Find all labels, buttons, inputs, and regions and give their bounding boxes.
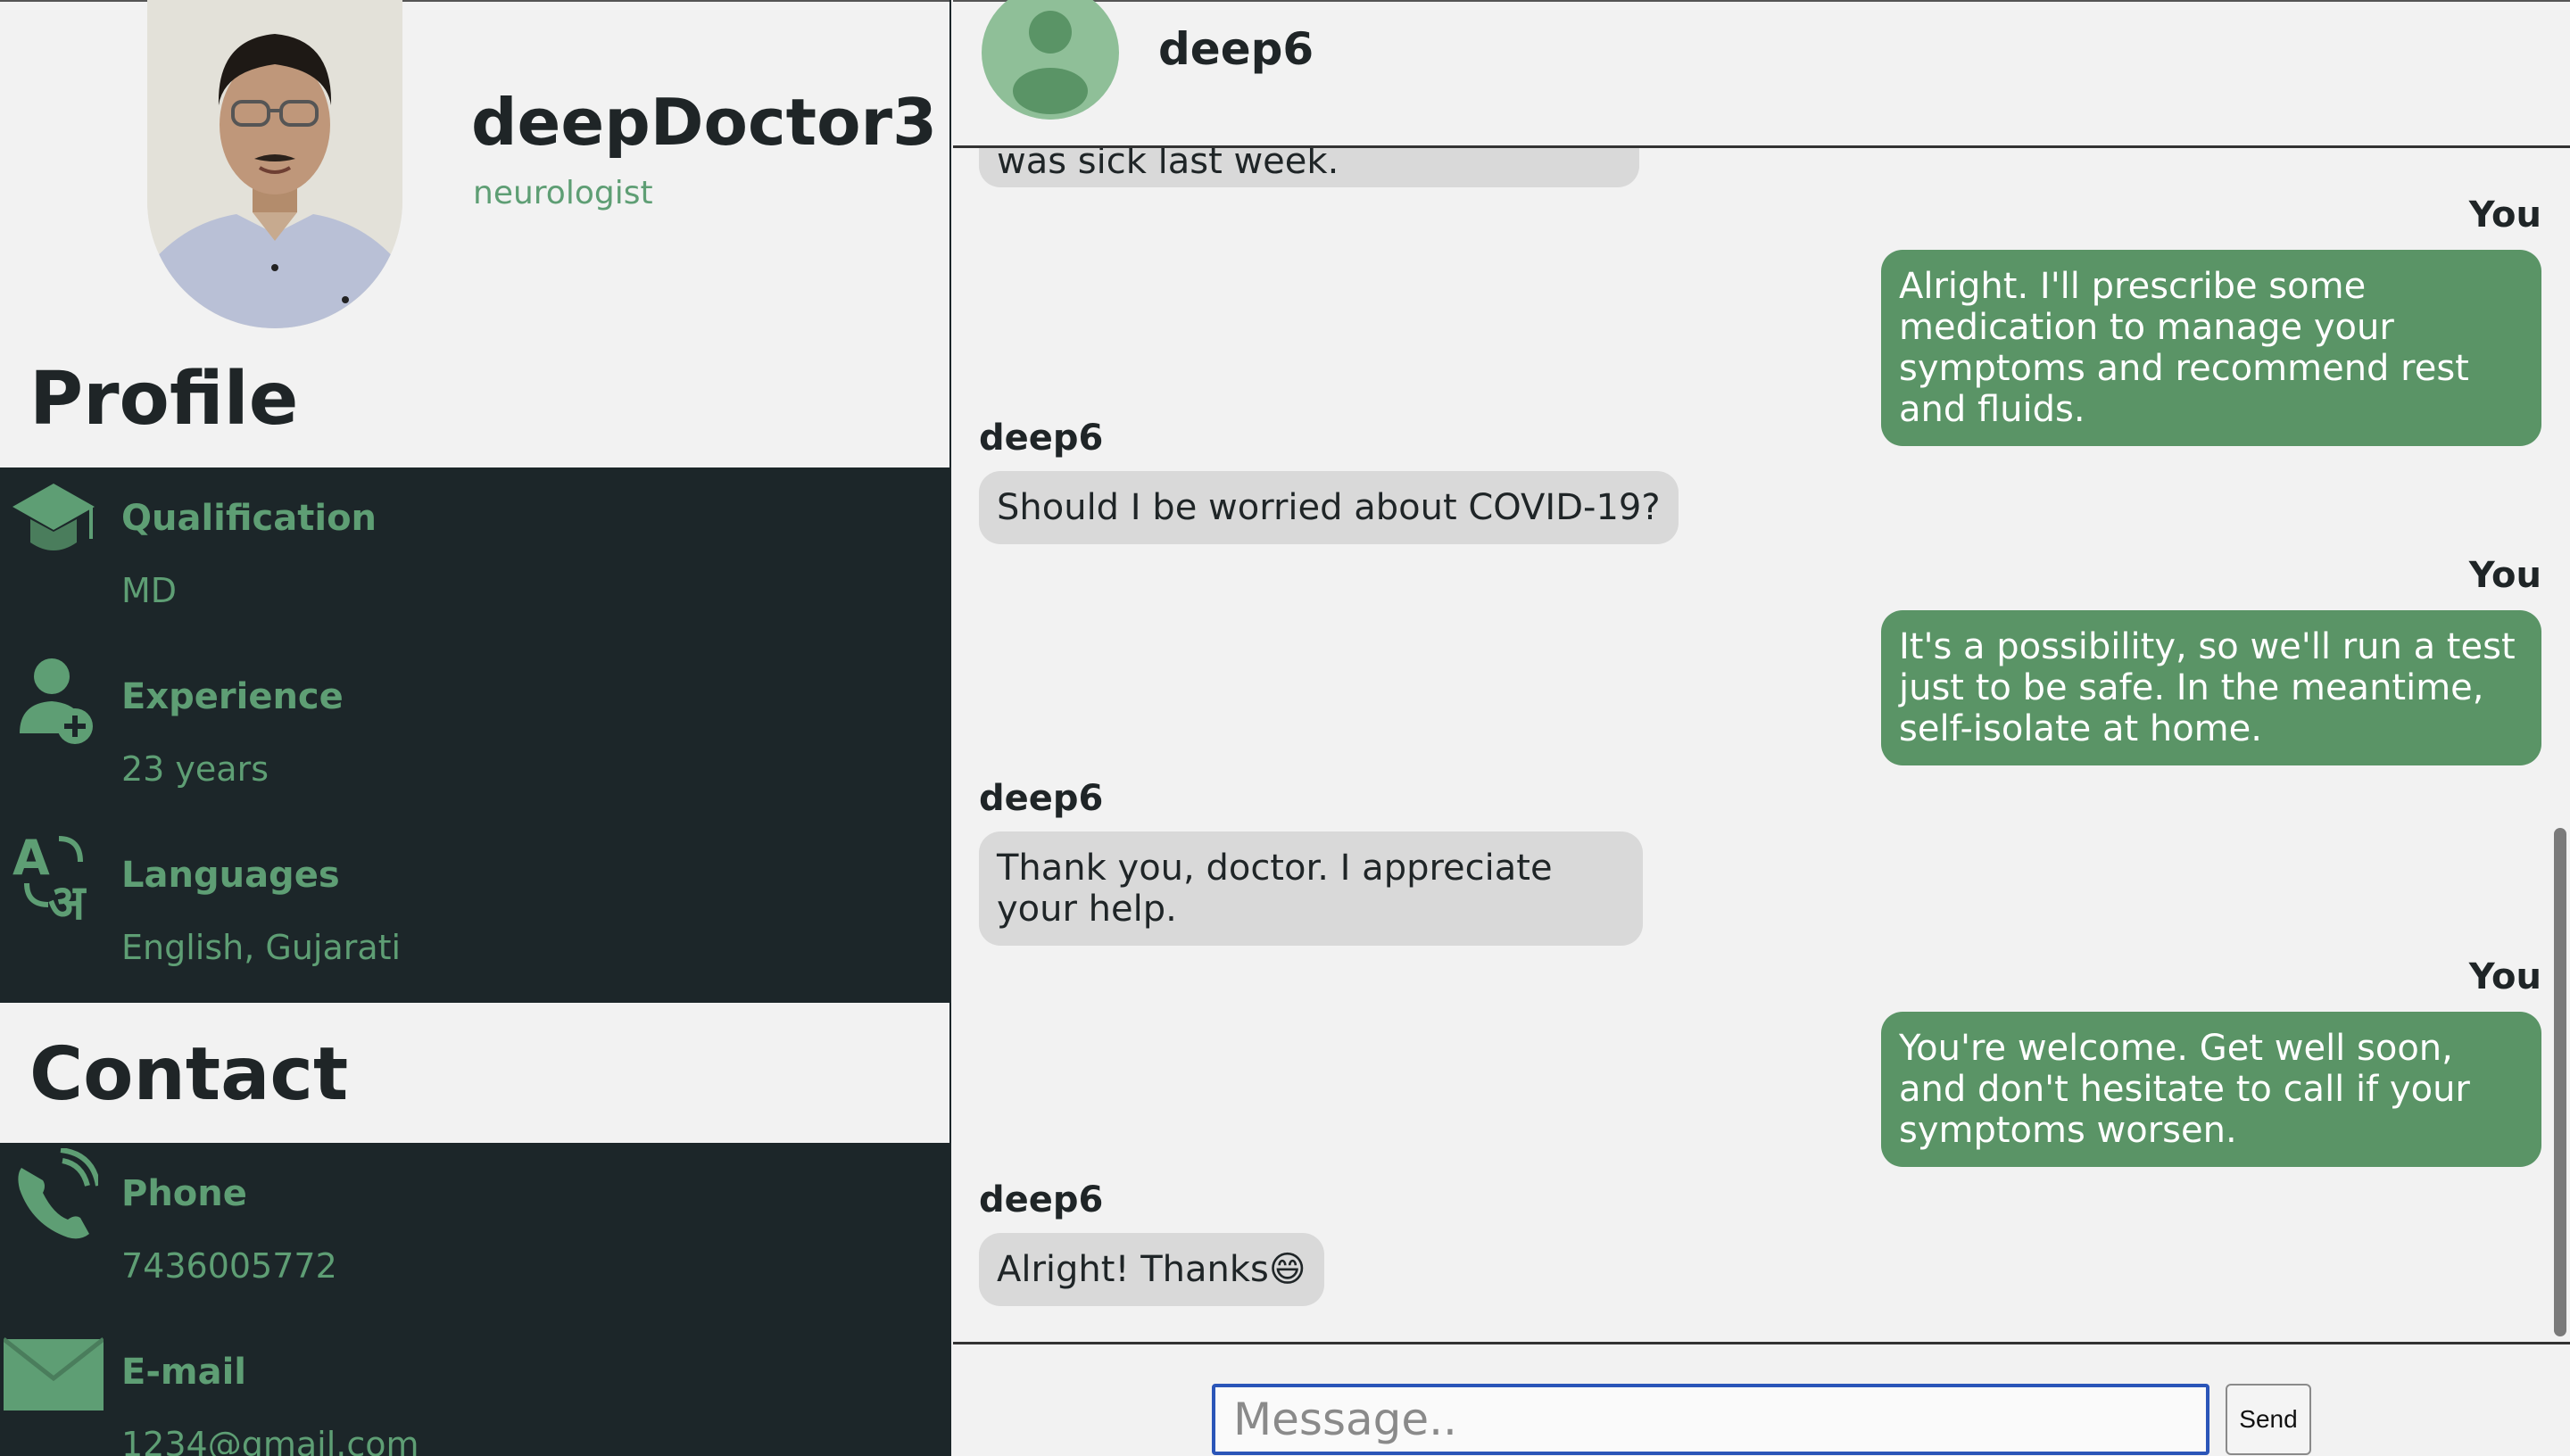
doctor-avatar bbox=[147, 0, 402, 328]
message-bubble-outgoing: It's a possibility, so we'll run a test … bbox=[1881, 610, 2541, 765]
message-list[interactable]: was sick last week. You Alright. I'll pr… bbox=[953, 148, 2550, 1342]
send-button[interactable]: Send bbox=[2226, 1384, 2311, 1455]
email-value[interactable]: 1234@gmail.com bbox=[121, 1425, 419, 1456]
profile-heading: Profile bbox=[29, 357, 299, 442]
message-text: Alright. I'll prescribe some medication … bbox=[1899, 266, 2469, 430]
profile-details: Qualification MD Experience 23 years A अ… bbox=[0, 467, 949, 1003]
message-input[interactable] bbox=[1212, 1384, 2209, 1455]
message-bubble-incoming: Should I be worried about COVID-19? bbox=[979, 471, 1679, 544]
doctor-profile-panel: deepDoctor3 neurologist Profile Qualific… bbox=[0, 0, 951, 1456]
message-bubble-incoming: was sick last week. bbox=[979, 148, 1639, 187]
contact-heading: Contact bbox=[29, 1032, 349, 1117]
phone-label: Phone bbox=[121, 1173, 247, 1214]
graduation-cap-icon bbox=[9, 476, 98, 575]
scrollbar-thumb[interactable] bbox=[2554, 828, 2566, 1336]
message-sender: deep6 bbox=[979, 1179, 1104, 1220]
message-text: It's a possibility, so we'll run a test … bbox=[1899, 626, 2516, 749]
language-icon: A अ bbox=[9, 830, 98, 931]
message-text: Should I be worried about COVID-19? bbox=[997, 487, 1661, 528]
experience-value: 23 years bbox=[121, 749, 269, 789]
svg-text:अ: अ bbox=[48, 874, 87, 928]
message-bubble-incoming: Thank you, doctor. I appreciate your hel… bbox=[979, 831, 1643, 946]
message-bubble-outgoing: Alright. I'll prescribe some medication … bbox=[1881, 250, 2541, 446]
message-sender-you: You bbox=[2468, 555, 2541, 596]
experience-label: Experience bbox=[121, 676, 344, 717]
phone-value[interactable]: 7436005772 bbox=[121, 1246, 337, 1286]
message-text: Thank you, doctor. I appreciate your hel… bbox=[997, 848, 1553, 930]
message-scrollbar[interactable] bbox=[2550, 148, 2570, 1342]
doctor-specialty: neurologist bbox=[473, 175, 653, 211]
message-bubble-outgoing: You're welcome. Get well soon, and don't… bbox=[1881, 1012, 2541, 1167]
top-divider bbox=[0, 0, 949, 2]
qualification-label: Qualification bbox=[121, 498, 377, 539]
message-composer: Send bbox=[953, 1342, 2570, 1456]
message-text: Alright! Thanks😄 bbox=[997, 1249, 1306, 1290]
message-sender: deep6 bbox=[979, 778, 1104, 819]
envelope-icon bbox=[2, 1334, 105, 1432]
message-bubble-incoming: Alright! Thanks😄 bbox=[979, 1233, 1324, 1306]
message-sender: deep6 bbox=[979, 418, 1104, 459]
qualification-value: MD bbox=[121, 571, 178, 610]
svg-text:A: A bbox=[12, 830, 50, 886]
languages-value: English, Gujarati bbox=[121, 928, 402, 967]
message-sender-you: You bbox=[2468, 194, 2541, 236]
phone-icon bbox=[9, 1147, 101, 1246]
contact-name: deep6 bbox=[1158, 23, 1314, 75]
email-label: E-mail bbox=[121, 1352, 247, 1393]
user-plus-icon bbox=[9, 651, 98, 749]
contact-avatar-icon bbox=[982, 0, 1119, 120]
message-text: You're welcome. Get well soon, and don't… bbox=[1899, 1028, 2470, 1151]
chat-header: deep6 bbox=[953, 0, 2570, 148]
chat-panel: deep6 was sick last week. You Alright. I… bbox=[953, 0, 2570, 1456]
message-sender-you: You bbox=[2468, 956, 2541, 997]
contact-details: Phone 7436005772 E-mail 1234@gmail.com bbox=[0, 1143, 949, 1456]
message-text: was sick last week. bbox=[997, 148, 1339, 182]
doctor-name: deepDoctor3 bbox=[471, 85, 938, 160]
languages-label: Languages bbox=[121, 855, 340, 896]
